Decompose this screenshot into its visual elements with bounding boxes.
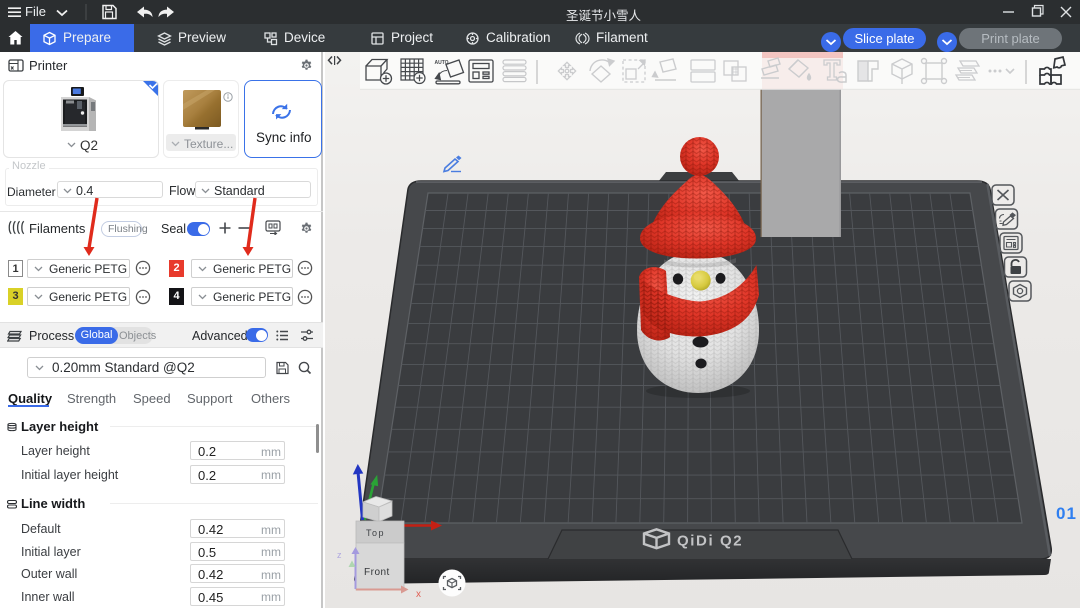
svg-text:x: x (416, 589, 421, 600)
svg-text:AUTO: AUTO (435, 60, 449, 66)
svg-text:Top: Top (366, 528, 385, 538)
svg-text:QiDi Q2: QiDi Q2 (677, 533, 743, 550)
svg-text:01: 01 (1056, 504, 1077, 523)
svg-text:z: z (337, 550, 342, 560)
svg-text:Front: Front (364, 567, 390, 578)
